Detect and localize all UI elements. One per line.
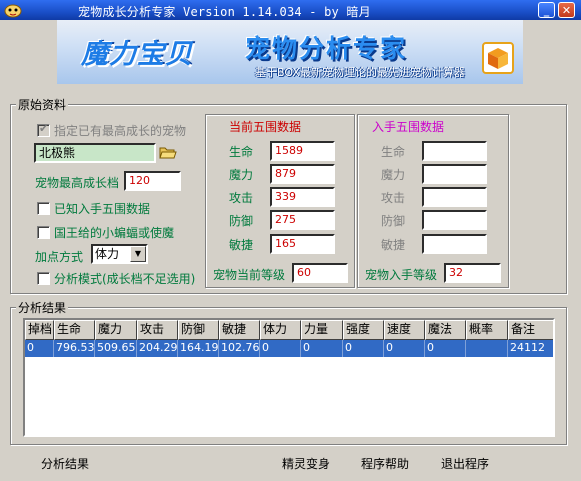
minimize-button[interactable]: _	[538, 2, 555, 18]
table-cell: 0	[384, 340, 425, 357]
current-stat-field-1[interactable]: 879	[270, 164, 335, 184]
initial-stat-field-3[interactable]	[422, 210, 487, 230]
current-stat-label-2: 攻击	[229, 191, 254, 205]
chevron-down-icon[interactable]: ▼	[130, 246, 146, 262]
table-cell	[466, 340, 508, 357]
column-header[interactable]: 防御	[178, 320, 219, 340]
table-cell: 0	[25, 340, 54, 357]
initial-stat-label-1: 魔力	[381, 168, 406, 182]
column-header[interactable]: 掉档	[25, 320, 54, 340]
initial-stat-field-1[interactable]	[422, 164, 487, 184]
column-header[interactable]: 强度	[343, 320, 384, 340]
initial-stat-label-3: 防御	[381, 214, 406, 228]
open-folder-icon[interactable]	[159, 144, 177, 160]
box-logo-icon	[482, 42, 514, 74]
app-icon	[4, 4, 22, 18]
current-stat-field-4[interactable]: 165	[270, 234, 335, 254]
column-header[interactable]: 魔法	[425, 320, 466, 340]
initial-stat-label-2: 攻击	[381, 191, 406, 205]
table-cell: 509.65	[95, 340, 137, 357]
current-stat-field-3[interactable]: 275	[270, 210, 335, 230]
help-button[interactable]: 程序帮助	[361, 455, 409, 472]
current-stats-header: 当前五围数据	[229, 120, 302, 134]
column-header[interactable]: 体力	[260, 320, 301, 340]
current-level-field[interactable]: 60	[292, 263, 348, 283]
results-table[interactable]: 掉档 生命 魔力 攻击 防御 敏捷 体力 力量 强度 速度 魔法 概率 备注 0 796.53 509.65…	[23, 318, 555, 437]
pet-name-field[interactable]: 北极熊	[34, 143, 156, 163]
max-growth-label: 宠物最高成长档	[35, 176, 120, 190]
banner-logo: 魔力宝贝	[81, 39, 193, 70]
king-bat-label: 国王给的小蝙蝠或使魔	[54, 226, 175, 240]
column-header[interactable]: 备注	[508, 320, 553, 340]
table-row[interactable]: 0 796.53 509.65 204.29 164.19 102.76 0 0 0 0 0 2411…	[25, 340, 553, 357]
table-cell: 796.53	[54, 340, 95, 357]
column-header[interactable]: 敏捷	[219, 320, 260, 340]
analysis-mode-checkbox[interactable]	[37, 272, 50, 285]
specify-growth-label: 指定已有最高成长的宠物	[54, 124, 187, 138]
column-header[interactable]: 概率	[466, 320, 508, 340]
banner: 魔力宝贝 宠物分析专家 基于BOX最新宠物理论的最先进宠物计算器	[57, 20, 523, 84]
column-header[interactable]: 力量	[301, 320, 343, 340]
column-header[interactable]: 攻击	[137, 320, 178, 340]
king-bat-checkbox[interactable]	[37, 226, 50, 239]
table-cell: 24112	[508, 340, 553, 357]
current-stat-field-2[interactable]: 339	[270, 187, 335, 207]
banner-subtitle: 基于BOX最新宠物理论的最先进宠物计算器	[255, 66, 465, 79]
specify-growth-checkbox[interactable]	[37, 122, 50, 137]
column-header[interactable]: 生命	[54, 320, 95, 340]
add-method-select[interactable]: 体力 ▼	[91, 244, 148, 264]
results-group-label: 分析结果	[16, 299, 69, 316]
initial-stat-field-4[interactable]	[422, 234, 487, 254]
transform-button[interactable]: 精灵变身	[282, 455, 330, 472]
close-button[interactable]: ✕	[558, 2, 575, 18]
banner-title: 宠物分析专家	[245, 34, 408, 63]
analyze-button[interactable]: 分析结果	[41, 455, 89, 472]
table-cell: 164.19	[178, 340, 219, 357]
analysis-mode-label: 分析模式(成长档不足选用)	[54, 272, 196, 286]
window-title: 宠物成长分析专家 Version 1.14.034 - by 暗月	[78, 5, 371, 19]
current-stat-label-0: 生命	[229, 145, 254, 159]
initial-stat-field-2[interactable]	[422, 187, 487, 207]
title-bar[interactable]: 宠物成长分析专家 Version 1.14.034 - by 暗月 _ ✕	[0, 0, 581, 20]
table-cell: 0	[260, 340, 301, 357]
initial-stats-header: 入手五围数据	[372, 120, 445, 134]
table-cell: 204.29	[137, 340, 178, 357]
current-stat-field-0[interactable]: 1589	[270, 141, 335, 161]
table-cell: 0	[301, 340, 343, 357]
initial-stat-label-4: 敏捷	[381, 238, 406, 252]
source-data-group-label: 原始资料	[16, 96, 69, 113]
results-table-header: 掉档 生命 魔力 攻击 防御 敏捷 体力 力量 强度 速度 魔法 概率 备注	[25, 320, 553, 340]
current-stat-label-4: 敏捷	[229, 238, 254, 252]
initial-stat-field-0[interactable]	[422, 141, 487, 161]
current-level-label: 宠物当前等级	[213, 268, 286, 282]
add-method-value: 体力	[95, 247, 120, 261]
add-method-label: 加点方式	[35, 250, 84, 264]
exit-button[interactable]: 退出程序	[441, 455, 489, 472]
current-stat-label-1: 魔力	[229, 168, 254, 182]
column-header[interactable]: 速度	[384, 320, 425, 340]
table-cell: 0	[343, 340, 384, 357]
initial-level-label: 宠物入手等级	[365, 268, 438, 282]
max-growth-field[interactable]: 120	[124, 171, 181, 191]
initial-level-field[interactable]: 32	[444, 263, 501, 283]
table-cell: 102.76	[219, 340, 260, 357]
known-stats-checkbox[interactable]	[37, 202, 50, 215]
column-header[interactable]: 魔力	[95, 320, 137, 340]
initial-stat-label-0: 生命	[381, 145, 406, 159]
current-stat-label-3: 防御	[229, 214, 254, 228]
table-cell: 0	[425, 340, 466, 357]
known-stats-label: 已知入手五围数据	[54, 202, 151, 216]
